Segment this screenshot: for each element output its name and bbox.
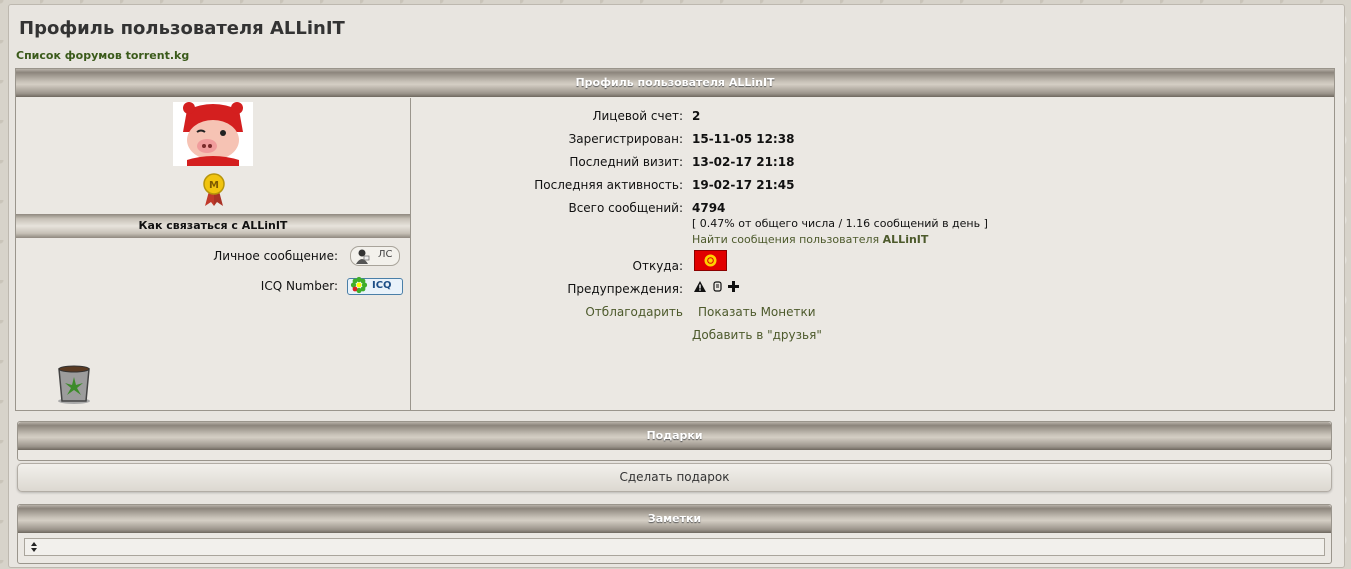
pig-avatar: [173, 102, 253, 166]
bucket-icon: [53, 363, 95, 405]
account-label: Лицевой счет:: [592, 109, 683, 123]
contact-header: Как связаться с ALLinIT: [16, 214, 410, 238]
notes-panel: Заметки: [17, 504, 1332, 564]
from-label: Откуда:: [632, 259, 683, 273]
warnings-label: Предупреждения:: [567, 282, 683, 296]
icq-flower-icon: [350, 276, 368, 297]
svg-text:M: M: [209, 180, 219, 191]
registered-value: 15-11-05 12:38: [692, 132, 795, 146]
notes-input[interactable]: [24, 538, 1325, 556]
last-visit-value: 13-02-17 21:18: [692, 155, 795, 169]
profile-left-column: M Как связаться с ALLinIT Личное сообщен…: [16, 98, 411, 410]
icq-label: ICQ Number:: [260, 279, 338, 293]
gifts-header: Подарки: [18, 422, 1331, 450]
pm-label: Личное сообщение:: [213, 249, 338, 263]
scroll-icon[interactable]: [712, 281, 727, 295]
last-activity-label: Последняя активность:: [534, 178, 683, 192]
add-warning-icon[interactable]: [728, 281, 739, 295]
pm-button[interactable]: ЛС: [350, 246, 400, 266]
last-visit-label: Последний визит:: [569, 155, 683, 169]
breadcrumb-forum-list[interactable]: Список форумов torrent.kg: [16, 49, 189, 62]
posts-value: 4794: [692, 201, 726, 215]
page-title: Профиль пользователя ALLinIT: [19, 18, 345, 39]
find-posts-text: Найти сообщения пользователя: [692, 233, 883, 246]
show-coins-link[interactable]: Показать Монетки: [698, 305, 816, 319]
add-friend-link[interactable]: Добавить в "друзья": [692, 328, 822, 342]
icq-button-label: ICQ: [372, 280, 392, 291]
warnings-icons: [694, 281, 739, 295]
kyrgyzstan-flag-icon: [694, 250, 727, 271]
user-icon: [354, 248, 370, 267]
thank-link[interactable]: Отблагодарить: [416, 305, 683, 319]
posts-stats: [ 0.47% от общего числа / 1.16 сообщений…: [692, 217, 988, 230]
warning-triangle-icon[interactable]: [694, 281, 710, 295]
gifts-panel: Подарки: [17, 421, 1332, 461]
medal-icon: M: [202, 173, 226, 207]
find-posts-user: ALLinIT: [882, 233, 929, 246]
make-gift-button[interactable]: Сделать подарок: [17, 463, 1332, 492]
icq-button[interactable]: ICQ: [347, 276, 403, 297]
profile-header: Профиль пользователя ALLinIT: [16, 69, 1334, 97]
account-value: 2: [692, 109, 701, 123]
find-posts-link[interactable]: Найти сообщения пользователя ALLinIT: [692, 233, 928, 246]
notes-header: Заметки: [18, 505, 1331, 533]
profile-panel: Профиль пользователя ALLinIT M Как связа…: [15, 68, 1335, 411]
posts-label: Всего сообщений:: [568, 201, 683, 215]
last-activity-value: 19-02-17 21:45: [692, 178, 795, 192]
registered-label: Зарегистрирован:: [568, 132, 683, 146]
resize-arrows-icon[interactable]: [29, 540, 39, 557]
pm-button-label: ЛС: [378, 249, 393, 260]
